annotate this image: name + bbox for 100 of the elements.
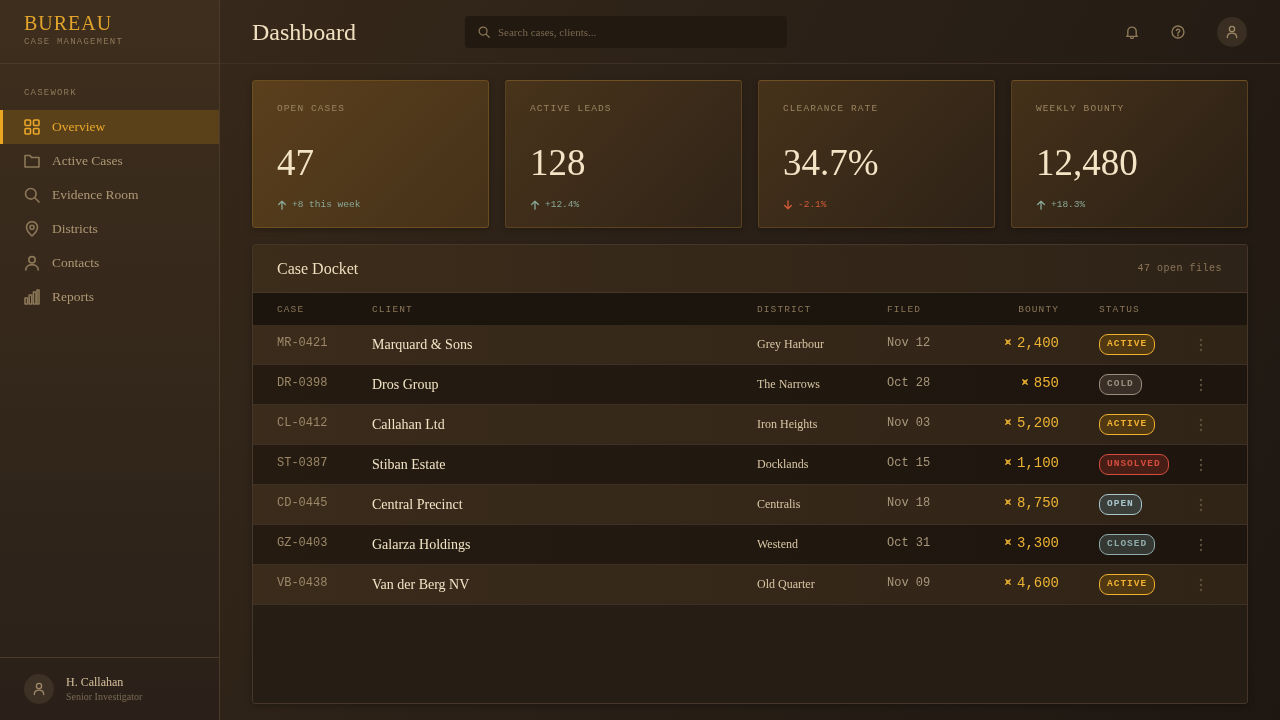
bounty-amount: 3,300 [1017,534,1059,551]
case-id: GZ-0403 [277,535,328,550]
filed-date: Nov 03 [887,415,931,430]
bounty-amount: 2,400 [1017,334,1059,351]
district-name: Centralis [757,497,801,512]
column-header: FILED [887,303,921,315]
client-name: Stiban Estate [372,456,446,473]
bell-icon[interactable] [1125,24,1139,39]
currency-icon [1005,459,1011,465]
status-badge: ACTIVE [1099,334,1156,355]
bounty-amount: 4,600 [1017,574,1059,591]
client-name: Callahan Ltd [372,416,445,433]
stat-change: -2.1% [798,199,827,211]
case-id: VB-0438 [277,575,328,590]
currency-icon [1005,419,1011,425]
status-badge: ACTIVE [1099,574,1156,595]
currency-icon [1021,379,1028,385]
more-icon[interactable] [1199,537,1203,552]
brand-title: BUREAU [24,12,113,34]
stat-value: 12,480 [1036,142,1138,184]
nav-item[interactable]: Active Cases [0,144,219,178]
more-icon[interactable] [1199,377,1203,392]
district-name: Docklands [757,457,809,472]
filed-date: Nov 18 [887,495,931,510]
search-field[interactable]: Search cases, clients... [464,15,787,48]
district-name: The Narrows [757,377,820,392]
stat-value: 34.7% [783,142,879,184]
grid-icon [24,119,40,135]
stat-change: +12.4% [545,199,580,211]
filed-date: Oct 28 [887,375,931,390]
status-badge: COLD [1099,374,1142,395]
search-icon [477,25,490,38]
folder-icon [24,153,40,169]
column-header: CASE [277,303,305,315]
stat-value: 47 [277,142,314,184]
user-role: Senior Investigator [66,690,143,703]
nav-item[interactable]: Reports [0,280,219,314]
more-icon[interactable] [1199,417,1203,432]
client-name: Marquard & Sons [372,336,473,353]
filed-date: Nov 09 [887,575,931,590]
more-icon[interactable] [1199,497,1203,512]
district-name: Old Quarter [757,577,815,592]
case-id: DR-0398 [277,375,328,390]
stat-label: CLEARANCE RATE [783,103,879,115]
more-icon[interactable] [1199,577,1203,592]
filed-date: Oct 31 [887,535,931,550]
avatar-icon[interactable] [1217,16,1247,47]
filed-date: Oct 15 [887,455,931,470]
status-badge: CLOSED [1099,534,1156,555]
bounty-amount: 5,200 [1017,414,1059,431]
bounty-amount: 8,750 [1017,494,1059,511]
stat-value: 128 [530,142,586,184]
nav-item[interactable]: Overview [0,110,219,144]
client-name: Central Precinct [372,496,463,513]
currency-icon [1005,539,1011,545]
district-name: Iron Heights [757,417,818,432]
stat-label: OPEN CASES [277,103,345,115]
client-name: Galarza Holdings [372,536,471,553]
column-header: BOUNTY [1018,303,1059,315]
stat-change: +8 this week [292,199,361,211]
client-name: Dros Group [372,376,439,393]
column-header: CLIENT [372,303,413,315]
case-id: ST-0387 [277,455,328,470]
status-badge: UNSOLVED [1099,454,1169,475]
district-name: Grey Harbour [757,337,824,352]
bar-chart-icon [24,289,40,305]
nav-item[interactable]: Districts [0,212,219,246]
status-badge: OPEN [1099,494,1142,515]
currency-icon [1005,579,1011,585]
file-count: 47 open files [1137,263,1222,274]
district-name: Westend [757,537,799,552]
help-icon[interactable] [1171,24,1185,39]
column-header: STATUS [1099,303,1140,315]
currency-icon [1005,499,1011,505]
section-label: CASEWORK [24,87,77,99]
column-header: DISTRICT [757,303,812,315]
currency-icon [1005,339,1011,345]
nav-item[interactable]: Evidence Room [0,178,219,212]
map-pin-icon [24,221,40,237]
user-name: H. Callahan [66,675,124,690]
person-icon [24,255,40,271]
case-id: CD-0445 [277,495,328,510]
stat-label: WEEKLY BOUNTY [1036,103,1125,115]
nav-item[interactable]: Contacts [0,246,219,280]
status-badge: ACTIVE [1099,414,1156,435]
client-name: Van der Berg NV [372,576,470,593]
page-title: Dashboard [252,17,356,47]
stat-change: +18.3% [1051,199,1086,211]
more-icon[interactable] [1199,457,1203,472]
avatar-icon [24,674,54,704]
case-id: CL-0412 [277,415,328,430]
more-icon[interactable] [1199,337,1203,352]
case-id: MR-0421 [277,335,328,350]
stat-label: ACTIVE LEADS [530,103,612,115]
filed-date: Nov 12 [887,335,931,350]
bounty-amount: 850 [1033,374,1059,391]
search-icon [24,187,40,203]
bounty-amount: 1,100 [1017,454,1059,471]
brand-subtitle: CASE MANAGEMENT [24,36,123,48]
panel-title: Case Docket [277,259,359,278]
